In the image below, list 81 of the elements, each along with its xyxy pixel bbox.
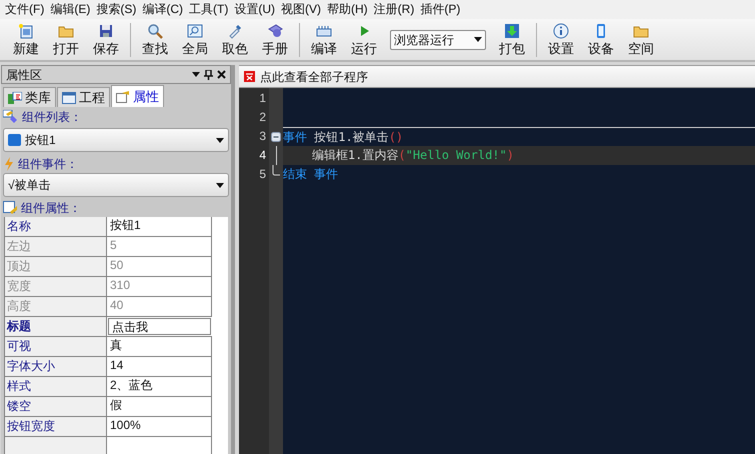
component-dropdown[interactable]: 按钮1 (3, 128, 229, 152)
line-number: 1 (258, 90, 267, 107)
toolbar-button[interactable]: 编译 (304, 20, 344, 60)
property-value[interactable]: 2、蓝色 (107, 377, 212, 396)
line-number: 5 (258, 166, 267, 183)
line-number: 3 (258, 128, 267, 145)
menu-item[interactable]: 搜索(S) (93, 0, 140, 19)
property-name: 镂空 (5, 397, 107, 416)
function-icon (244, 71, 255, 82)
property-name: 名称 (5, 217, 107, 236)
toolbar-button[interactable]: 空间 (621, 20, 661, 60)
toolbar-button[interactable]: 保存 (86, 20, 126, 60)
library-icon (8, 92, 22, 104)
properties-icon (116, 90, 130, 102)
collapse-icon[interactable] (271, 132, 281, 142)
line-number: 4 (258, 147, 267, 164)
event-dropdown[interactable]: √被单击 (3, 173, 229, 197)
toolbar-button[interactable]: 新建 (6, 20, 46, 60)
menu-item[interactable]: 注册(R) (370, 0, 418, 19)
section-label: 组件属性： (21, 200, 81, 216)
toolbar-button[interactable]: 打开 (46, 20, 86, 60)
save-icon (98, 23, 114, 39)
close-icon[interactable] (217, 70, 226, 79)
menu-item[interactable]: 工具(T) (186, 0, 232, 19)
property-name: 标题 (5, 317, 107, 336)
menu-item[interactable]: 设置(U) (231, 0, 278, 19)
property-name: 样式 (5, 377, 107, 396)
panel-tab[interactable]: 工程 (57, 87, 110, 107)
magnifier-window-icon (187, 23, 203, 39)
section-label: 组件事件： (18, 156, 78, 172)
panel-title: 属性区 (6, 66, 42, 84)
toolbar-button[interactable]: 设备 (581, 20, 621, 60)
menu-item[interactable]: 帮助(H) (324, 0, 371, 19)
lightning-icon (3, 156, 15, 170)
toolbar-button[interactable]: 查找 (135, 20, 175, 60)
window-icon (62, 92, 76, 104)
property-name: 可视 (5, 337, 107, 356)
search-icon (147, 23, 163, 39)
form-edit-icon (3, 201, 18, 214)
fold-end-line (272, 165, 280, 176)
property-name: 字体大小 (5, 357, 107, 376)
property-value[interactable]: 100% (107, 417, 212, 436)
toolbar-button[interactable]: 手册 (255, 20, 295, 60)
menu-item[interactable]: 编译(C) (139, 0, 186, 19)
components-icon (3, 110, 19, 124)
menu-item[interactable]: 文件(F) (2, 0, 48, 19)
button-component-icon (8, 134, 21, 146)
property-value[interactable]: 假 (107, 397, 212, 416)
toolbar-button[interactable]: 运行 (344, 20, 384, 60)
property-name: 顶边 (5, 257, 107, 276)
property-name: 按钮宽度 (5, 417, 107, 436)
pin-icon[interactable] (204, 70, 213, 80)
property-value[interactable]: 14 (107, 357, 212, 376)
menu-item[interactable]: 编辑(E) (47, 0, 94, 19)
toolbar-button[interactable]: 打包 (492, 20, 532, 60)
dropdown-arrow-icon (216, 182, 224, 188)
menu-item[interactable]: 插件(P) (417, 0, 464, 19)
subroutine-link[interactable]: 点此查看全部子程序 (260, 68, 368, 86)
new-document-icon (18, 23, 34, 39)
property-name: 宽度 (5, 277, 107, 296)
property-name: 高度 (5, 297, 107, 316)
toolbar-button[interactable]: 取色 (215, 20, 255, 60)
download-box-icon (504, 23, 520, 39)
run-mode-dropdown[interactable]: 浏览器运行 (390, 30, 486, 50)
property-value[interactable]: 按钮1 (107, 217, 212, 236)
eyedropper-icon (227, 23, 243, 39)
menu-item[interactable]: 视图(V) (278, 0, 324, 19)
line-number: 2 (258, 109, 267, 126)
property-value[interactable]: 点击我 (108, 318, 211, 335)
property-name: 左边 (5, 237, 107, 256)
dropdown-arrow-icon[interactable] (192, 72, 200, 77)
property-value[interactable]: 真 (107, 337, 212, 356)
dropdown-arrow-icon (474, 37, 482, 42)
code-line: 结束 事件 (283, 166, 340, 183)
section-label: 组件列表： (22, 108, 82, 126)
panel-tab[interactable]: 属性 (111, 85, 164, 107)
toolbar-button[interactable]: 全局 (175, 20, 215, 60)
dropdown-arrow-icon (216, 138, 224, 142)
info-icon (553, 23, 569, 39)
panel-tab[interactable]: 类库 (3, 87, 56, 107)
toolbar-button[interactable]: 设置 (541, 20, 581, 60)
